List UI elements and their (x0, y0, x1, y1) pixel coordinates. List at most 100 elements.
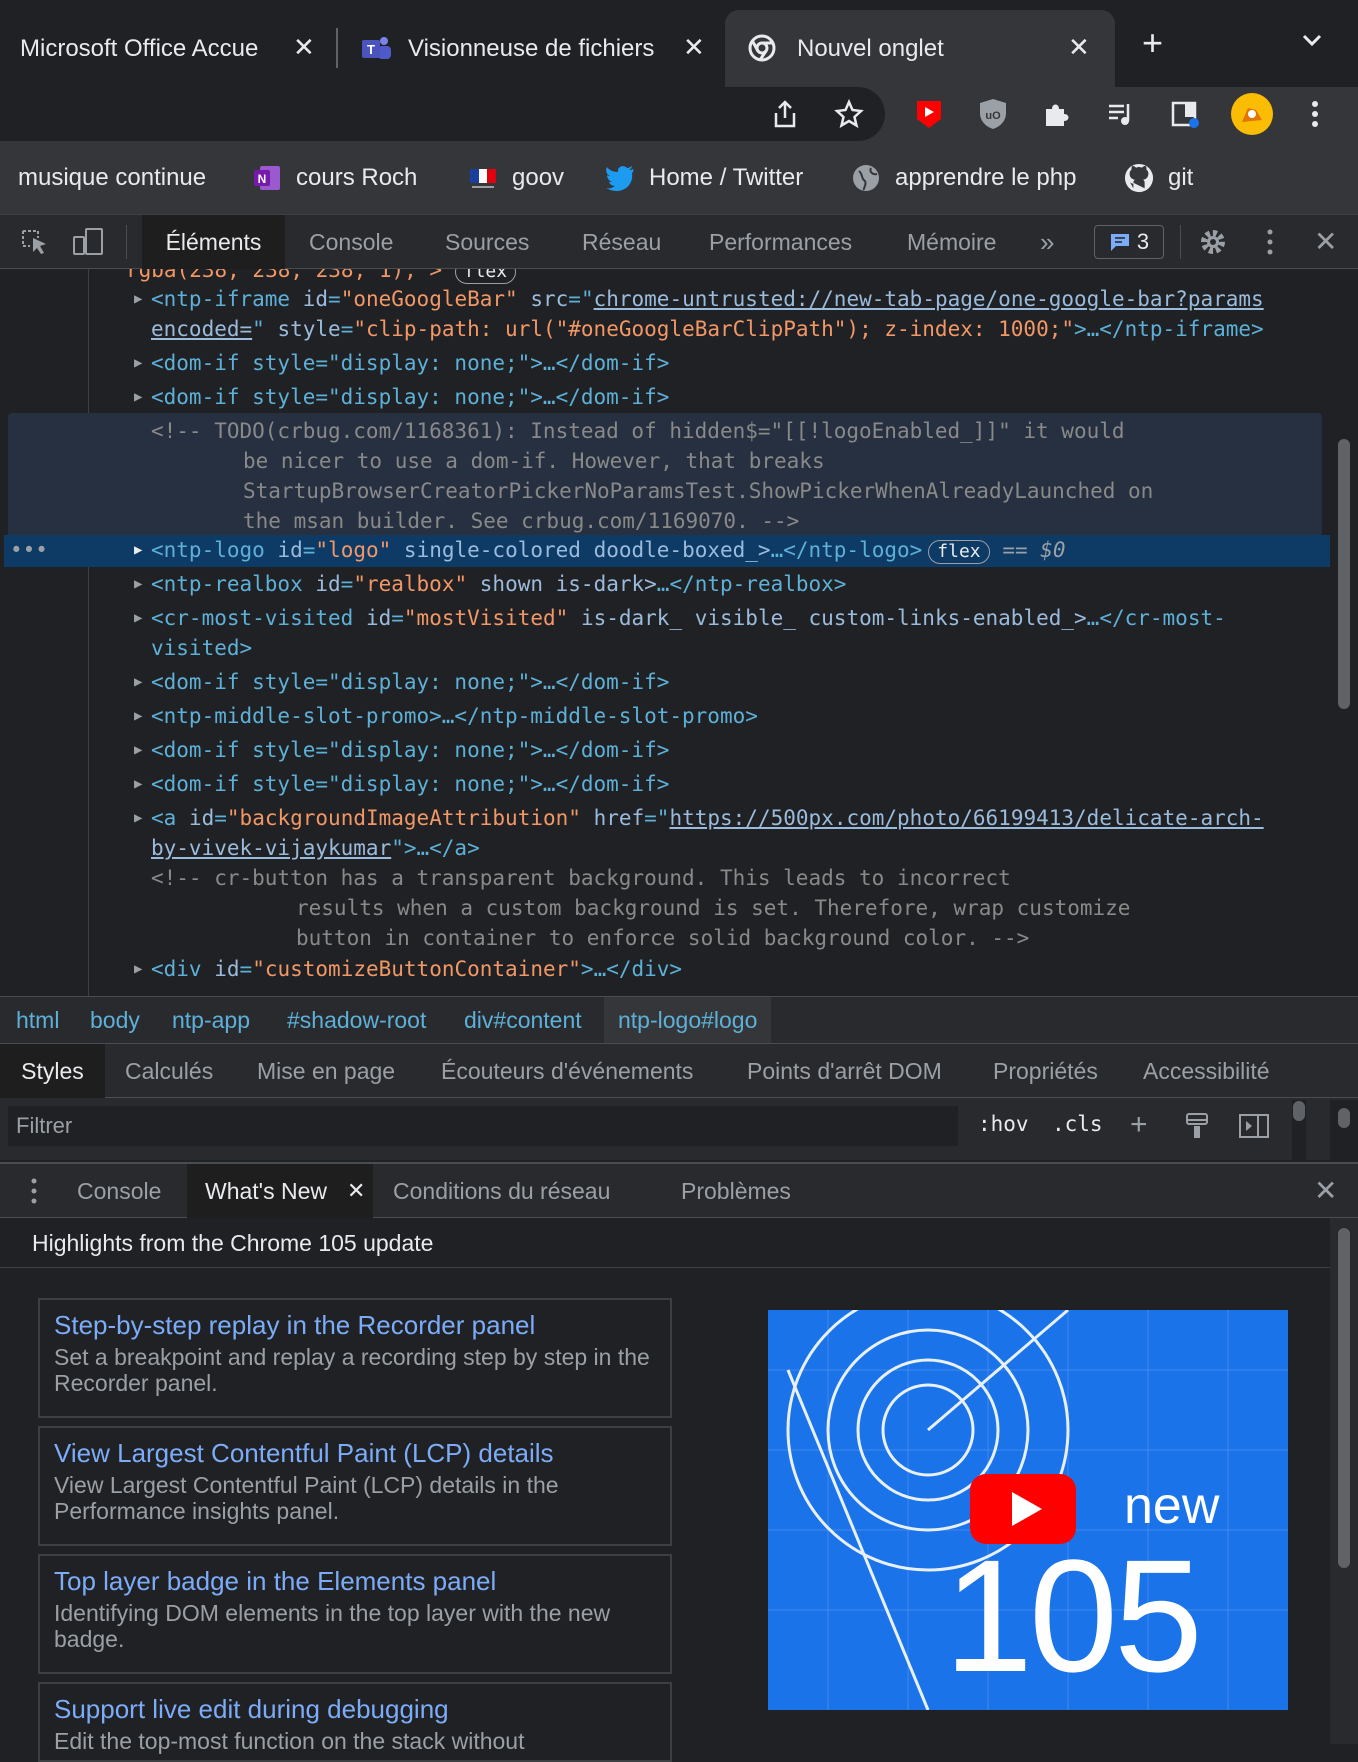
href-link[interactable]: https://500px.com/photo/66199413/delicat… (669, 806, 1263, 830)
tree-comment[interactable]: results when a custom background is set.… (296, 893, 1358, 923)
tree-line-continued[interactable]: encoded=" style="clip-path: url("#oneGoo… (151, 314, 1358, 344)
filter-input[interactable]: Filtrer (8, 1106, 958, 1146)
tree-node-div[interactable]: ▶ <div id="customizeButtonContainer">…</d… (134, 954, 1358, 984)
share-icon[interactable] (766, 95, 804, 133)
tree-node-dom-if[interactable]: ▶ <dom-if style="display: none;">…</dom-i… (134, 667, 1358, 697)
tab-sources[interactable]: Sources (445, 215, 529, 269)
tab-console[interactable]: Console (309, 215, 393, 269)
drawer-tab-whats-new[interactable]: What's New ✕ (187, 1164, 373, 1218)
tree-node-middle-slot-promo[interactable]: ▶ <ntp-middle-slot-promo>…</ntp-middle-sl… (134, 701, 1358, 731)
close-icon[interactable]: ✕ (1068, 32, 1090, 63)
side-panel-icon[interactable] (1166, 95, 1204, 133)
expand-triangle-icon[interactable]: ▶ (134, 735, 142, 765)
tree-comment[interactable]: button in container to enforce solid bac… (296, 923, 1358, 953)
more-tabs-button[interactable]: » (1040, 215, 1054, 269)
bookmark-apprendre-php[interactable]: apprendre le php (851, 161, 1076, 195)
tab-microsoft-office[interactable]: Microsoft Office Accue ✕ (0, 10, 330, 87)
breadcrumb-ntp-app[interactable]: ntp-app (172, 997, 250, 1043)
star-icon[interactable] (830, 95, 868, 133)
tree-comment[interactable]: StartupBrowserCreatorPickerNoParamsTest.… (243, 476, 1358, 506)
gear-icon[interactable] (1198, 227, 1228, 262)
ublock-icon[interactable]: uO (974, 95, 1012, 133)
drawer-menu-icon[interactable] (30, 1177, 38, 1210)
address-bar[interactable] (0, 87, 885, 141)
tree-line-continued[interactable]: by-vivek-vijaykumar">…</a> (151, 833, 1358, 863)
bookmark-musique-continue[interactable]: musique continue (18, 161, 206, 195)
tab-network[interactable]: Réseau (582, 215, 661, 269)
color-format-icon[interactable] (1184, 1112, 1210, 1145)
expand-triangle-icon[interactable]: ▶ (134, 701, 142, 731)
expand-triangle-icon[interactable]: ▶ (134, 603, 142, 633)
toggle-sidebar-icon[interactable] (1238, 1112, 1270, 1145)
extensions-icon[interactable] (1038, 95, 1076, 133)
tab-event-listeners[interactable]: Écouteurs d'événements (441, 1044, 693, 1098)
close-icon[interactable]: ✕ (347, 1164, 365, 1218)
tree-line[interactable]: rgba(238, 238, 238, 1);"> flex (126, 269, 1358, 285)
feature-card[interactable]: View Largest Contentful Paint (LCP) deta… (38, 1426, 672, 1546)
tab-performance[interactable]: Performances (709, 215, 852, 269)
tab-nouvel-onglet[interactable]: Nouvel onglet ✕ (725, 10, 1115, 87)
bookmark-git[interactable]: git (1124, 161, 1193, 195)
bookmark-twitter[interactable]: Home / Twitter (605, 161, 803, 195)
tree-comment[interactable]: <!-- TODO(crbug.com/1168361): Instead of… (151, 416, 1358, 446)
tree-comment[interactable]: <!-- cr-button has a transparent backgro… (151, 863, 1358, 893)
bookmark-goov[interactable]: goov (468, 161, 564, 195)
scrollbar[interactable] (1330, 1218, 1358, 1744)
tree-node-ntp-iframe[interactable]: ▶ <ntp-iframe id="oneGoogleBar" src="chro… (134, 284, 1358, 314)
elements-tree[interactable]: rgba(238, 238, 238, 1);"> flex ▶ <ntp-ifr… (0, 269, 1358, 996)
scrollbar-thumb[interactable] (1338, 439, 1350, 709)
feature-title-link[interactable]: View Largest Contentful Paint (LCP) deta… (54, 1438, 656, 1468)
expand-triangle-icon[interactable]: ▶ (134, 348, 142, 378)
feature-card[interactable]: Support live edit during debugging Edit … (38, 1682, 672, 1762)
tree-node-cr-most-visited[interactable]: ▶ <cr-most-visited id="mostVisited" is-da… (134, 603, 1358, 633)
flex-badge[interactable]: flex (454, 269, 517, 284)
breadcrumb-div-content[interactable]: div#content (464, 997, 582, 1043)
breadcrumb-body[interactable]: body (90, 997, 140, 1043)
scrollbar[interactable] (1330, 1100, 1358, 1160)
tab-visionneuse[interactable]: T Visionneuse de fichiers ✕ (340, 10, 720, 87)
breadcrumb-html[interactable]: html (16, 997, 59, 1043)
tree-comment[interactable]: be nicer to use a dom-if. However, that … (243, 446, 1358, 476)
inspect-element-icon[interactable] (20, 228, 50, 261)
tree-node-a[interactable]: ▶ <a id="backgroundImageAttribution" href… (134, 803, 1358, 833)
feature-card[interactable]: Step-by-step replay in the Recorder pane… (38, 1298, 672, 1418)
cls-button[interactable]: .cls (1052, 1112, 1103, 1136)
feature-card[interactable]: Top layer badge in the Elements panel Id… (38, 1554, 672, 1674)
tab-dom-breakpoints[interactable]: Points d'arrêt DOM (747, 1044, 942, 1098)
expand-triangle-icon[interactable]: ▶ (134, 803, 142, 833)
tree-node-dom-if[interactable]: ▶ <dom-if style="display: none;">…</dom-i… (134, 348, 1358, 378)
new-tab-button[interactable]: + (1142, 22, 1163, 64)
chevron-down-icon[interactable] (1302, 30, 1322, 50)
tab-styles[interactable]: Styles (0, 1044, 105, 1098)
more-vertical-icon[interactable] (1296, 95, 1334, 133)
close-drawer-icon[interactable]: ✕ (1314, 1174, 1337, 1207)
scrollbar[interactable] (1330, 269, 1358, 996)
tree-node-dom-if[interactable]: ▶ <dom-if style="display: none;">…</dom-i… (134, 769, 1358, 799)
breadcrumb-ntp-logo[interactable]: ntp-logo#logo (604, 997, 772, 1043)
more-vertical-icon[interactable] (1266, 228, 1274, 261)
promo-video-thumbnail[interactable]: new 105 (768, 1310, 1288, 1710)
expand-triangle-icon[interactable]: ▶ (134, 284, 142, 314)
close-icon[interactable]: ✕ (1314, 225, 1337, 258)
tab-properties[interactable]: Propriétés (993, 1044, 1098, 1098)
drawer-tab-console[interactable]: Console (77, 1164, 161, 1218)
close-icon[interactable]: ✕ (683, 32, 705, 63)
expand-triangle-icon[interactable]: ▶ (134, 667, 142, 697)
tree-node-ntp-realbox[interactable]: ▶ <ntp-realbox id="realbox" shown is-dark… (134, 569, 1358, 599)
expand-triangle-icon[interactable]: ▶ (134, 769, 142, 799)
hov-button[interactable]: :hov (978, 1112, 1029, 1136)
tree-node-dom-if[interactable]: ▶ <dom-if style="display: none;">…</dom-i… (134, 382, 1358, 412)
bookmark-cours-roch[interactable]: N cours Roch (252, 161, 417, 195)
device-toolbar-icon[interactable] (72, 227, 104, 262)
src-link[interactable]: chrome-untrusted://new-tab-page/one-goog… (594, 287, 1264, 311)
tab-elements[interactable]: Éléments (142, 215, 285, 269)
tab-computed[interactable]: Calculés (125, 1044, 213, 1098)
feature-title-link[interactable]: Step-by-step replay in the Recorder pane… (54, 1310, 656, 1340)
tab-memory[interactable]: Mémoire (907, 215, 996, 269)
flex-badge[interactable]: flex (928, 540, 990, 564)
issues-counter[interactable]: 3 (1094, 225, 1164, 259)
tab-layout[interactable]: Mise en page (257, 1044, 395, 1098)
tree-line-continued[interactable]: visited> (151, 633, 1358, 663)
tree-node-dom-if[interactable]: ▶ <dom-if style="display: none;">…</dom-i… (134, 735, 1358, 765)
breadcrumb-shadow-root[interactable]: #shadow-root (287, 997, 426, 1043)
